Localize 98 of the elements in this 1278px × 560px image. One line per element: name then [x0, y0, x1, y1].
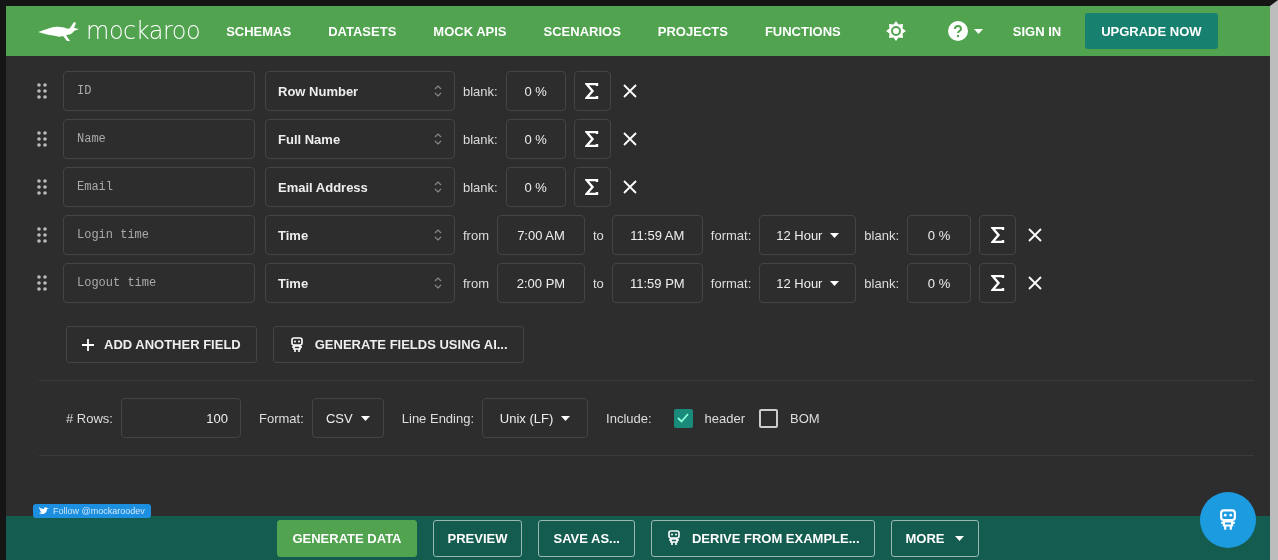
drag-handle-icon[interactable] — [37, 83, 47, 99]
field-name-input[interactable]: Logout time — [63, 263, 255, 303]
field-type-select[interactable]: Time — [265, 263, 455, 303]
footer-button[interactable]: PREVIEW — [432, 519, 523, 557]
delete-field-button[interactable] — [1028, 276, 1042, 290]
delete-field-button[interactable] — [622, 180, 637, 194]
formula-button[interactable] — [573, 71, 611, 111]
help-menu-button[interactable] — [947, 21, 983, 41]
checkbox[interactable] — [673, 408, 693, 428]
time-format-select[interactable]: 12 Hour — [759, 215, 857, 255]
delete-field-button[interactable] — [1028, 228, 1042, 242]
robot-icon — [288, 336, 305, 353]
close-icon — [1028, 228, 1042, 242]
line-ending-select[interactable]: Unix (LF) — [482, 398, 589, 438]
theme-toggle-button[interactable] — [885, 21, 906, 41]
blank-percent-field[interactable]: 0 % — [907, 215, 971, 255]
field-type-select[interactable]: Row Number — [265, 71, 455, 111]
caret-icon — [360, 415, 370, 421]
field-name-input[interactable]: Name — [63, 119, 255, 159]
drag-handle-icon[interactable] — [37, 275, 47, 291]
format-label: format: — [710, 275, 752, 291]
upgrade-now-button[interactable]: UPGRADE NOW — [1085, 13, 1218, 49]
drag-handle-icon[interactable] — [37, 179, 47, 195]
delete-field-button[interactable] — [622, 84, 637, 98]
to-label: to — [593, 227, 604, 243]
logo-wordmark: mockaroo — [86, 17, 201, 45]
caret-icon — [561, 415, 571, 421]
from-time-field[interactable]: 2:00 PM — [497, 263, 585, 303]
include-label: Include: — [606, 410, 652, 426]
blank-label: blank: — [463, 179, 498, 195]
close-icon — [1028, 276, 1042, 290]
checkbox-label: BOM — [790, 410, 820, 426]
field-name-input[interactable]: ID — [63, 71, 255, 111]
sigma-icon — [585, 131, 600, 147]
blank-label: blank: — [864, 227, 899, 243]
formula-button[interactable] — [573, 119, 611, 159]
field-type-select[interactable]: Time — [265, 215, 455, 255]
formula-button[interactable] — [979, 263, 1016, 303]
checkbox[interactable] — [759, 408, 779, 428]
line-ending-label: Line Ending: — [401, 410, 475, 426]
sort-arrows-icon — [434, 228, 442, 242]
caret-icon — [830, 232, 840, 238]
plus-icon — [82, 338, 94, 351]
field-name-input[interactable]: Login time — [63, 215, 255, 255]
add-field-button[interactable]: ADD ANOTHER FIELD — [66, 326, 257, 363]
sort-arrows-icon — [434, 132, 442, 146]
close-icon — [622, 132, 637, 146]
field-name-input[interactable]: Email — [63, 167, 255, 207]
help-icon — [947, 21, 968, 41]
format-label: Format: — [258, 410, 304, 426]
to-time-field[interactable]: 11:59 AM — [611, 215, 703, 255]
footer-button[interactable]: MORE — [890, 519, 979, 557]
robot-icon — [1217, 509, 1239, 531]
formula-button[interactable] — [979, 215, 1016, 255]
generate-ai-button[interactable]: GENERATE FIELDS USING AI... — [272, 326, 524, 363]
footer-button[interactable]: SAVE AS... — [538, 519, 635, 557]
close-icon — [622, 180, 637, 194]
footer-button[interactable]: DERIVE FROM EXAMPLE... — [650, 519, 875, 557]
to-label: to — [593, 275, 604, 291]
robot-icon — [665, 530, 682, 546]
drag-handle-icon[interactable] — [37, 227, 47, 243]
delete-field-button[interactable] — [622, 132, 637, 146]
from-time-field[interactable]: 7:00 AM — [497, 215, 585, 255]
time-format-select[interactable]: 12 Hour — [759, 263, 857, 303]
field-type-select[interactable]: Full Name — [265, 119, 455, 159]
sigma-icon — [990, 275, 1005, 291]
blank-percent-field[interactable]: 0 % — [505, 167, 566, 207]
rows-label: # Rows: — [66, 410, 113, 426]
sort-arrows-icon — [434, 180, 442, 194]
checkbox-label: header — [704, 410, 746, 426]
bird-icon — [39, 507, 49, 515]
blank-label: blank: — [463, 131, 498, 147]
to-time-field[interactable]: 11:59 PM — [611, 263, 703, 303]
check-icon — [677, 413, 690, 423]
sun-icon — [885, 21, 906, 41]
sigma-icon — [585, 83, 600, 99]
from-label: from — [463, 227, 489, 243]
sort-arrows-icon — [434, 84, 442, 98]
caret-icon — [954, 535, 964, 541]
blank-percent-field[interactable]: 0 % — [505, 119, 566, 159]
caret-icon — [830, 280, 840, 286]
field-type-select[interactable]: Email Address — [265, 167, 455, 207]
blank-label: blank: — [864, 275, 899, 291]
blank-label: blank: — [463, 83, 498, 99]
blank-percent-field[interactable]: 0 % — [505, 71, 566, 111]
format-label: format: — [710, 227, 752, 243]
close-icon — [622, 84, 637, 98]
from-label: from — [463, 275, 489, 291]
sigma-icon — [990, 227, 1005, 243]
blank-percent-field[interactable]: 0 % — [907, 263, 971, 303]
sort-arrows-icon — [434, 276, 442, 290]
format-select[interactable]: CSV — [311, 398, 384, 438]
formula-button[interactable] — [573, 167, 611, 207]
caret-icon — [973, 28, 983, 34]
drag-handle-icon[interactable] — [37, 131, 47, 147]
sigma-icon — [585, 179, 600, 195]
rows-input[interactable]: 100 — [120, 398, 241, 438]
assistant-button[interactable] — [1200, 492, 1256, 548]
